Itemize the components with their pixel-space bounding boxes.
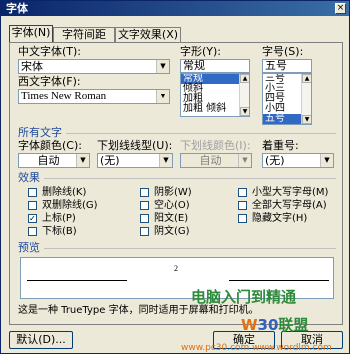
chevron-down-icon: ▼ [238,154,251,167]
default-button[interactable]: 默认(D)... [9,331,73,349]
divider [66,133,336,134]
western-font-value: Times New Roman [21,90,107,102]
close-button[interactable]: × [335,3,346,14]
chevron-down-icon[interactable]: ▼ [159,154,172,167]
underline-color-value: 自动 [199,154,222,167]
effects-section-label: 效果 [18,171,40,184]
style-scrollbar[interactable]: ▲ ▼ [239,74,249,116]
subscript-label: 下标(B) [42,226,77,237]
font-color-combo[interactable]: 自动 ▼ [18,153,90,168]
font-color-value: 自动 [37,154,60,167]
all-caps-checkbox[interactable] [238,201,247,210]
superscript-checkbox[interactable]: ✓ [28,214,37,223]
watermark-title: 电脑入门到精通 [191,288,297,306]
preview-baseline-right [229,280,329,281]
font-style-input[interactable]: 常规 [180,59,250,73]
emphasis-mark-combo[interactable]: (无) ▼ [262,153,334,168]
underline-style-value: (无) [100,154,120,167]
small-caps-checkbox[interactable] [238,188,247,197]
watermark-logo: W30联盟 [241,317,308,333]
outline-label: 空心(O) [154,200,190,211]
scroll-down-icon[interactable]: ▼ [240,107,249,116]
strikethrough-label: 删除线(K) [42,187,87,198]
western-font-label: 西文字体(F): [18,75,81,88]
shadow-label: 阴影(W) [154,187,192,198]
font-size-input[interactable]: 五号 [262,59,312,73]
scroll-up-icon[interactable]: ▲ [240,74,249,83]
hidden-text-checkbox[interactable] [238,214,247,223]
chinese-font-label: 中文字体(T): [18,45,82,58]
chevron-down-icon[interactable]: ▼ [156,60,169,73]
font-color-label: 字体颜色(C): [18,139,82,152]
font-dialog: 字体 × 字体(N) 字符间距(R) 文字效果(X) 中文字体(T): 宋体 ▼… [0,0,350,354]
font-size-list[interactable]: 三号 小三 四号 小四 五号 ▲ ▼ [262,73,312,125]
small-caps-label: 小型大写字母(M) [252,187,329,198]
tab-text-effects[interactable]: 文字效果(X) [115,27,181,43]
chevron-down-icon[interactable]: ▼ [76,154,89,167]
size-scrollbar[interactable]: ▲ ▼ [301,74,311,124]
double-strikethrough-label: 双删除线(G) [42,200,98,211]
divider [44,248,336,249]
preview-sample-text: 2 [174,264,178,273]
dialog-title: 字体 [6,2,28,15]
chinese-font-combo[interactable]: 宋体 ▼ [18,59,170,74]
all-caps-label: 全部大写字母(A) [252,200,327,211]
all-text-section-label: 所有文字 [18,126,62,139]
scroll-up-icon[interactable]: ▲ [302,74,311,83]
font-size-label: 字号(S): [262,45,304,58]
western-font-combo[interactable]: Times New Roman ▼ [18,89,170,104]
watermark-logo-text: 联盟 [278,316,309,334]
underline-color-label: 下划线颜色(I): [180,139,251,152]
shadow-checkbox[interactable] [140,188,149,197]
font-style-label: 字形(Y): [180,45,222,58]
subscript-checkbox[interactable] [28,227,37,236]
tab-font[interactable]: 字体(N) [9,25,53,43]
underline-style-label: 下划线线型(U): [97,139,173,152]
strikethrough-checkbox[interactable] [28,188,37,197]
watermark-url: www.pc30.com www.wordlm.com [181,343,332,353]
chevron-down-icon[interactable]: ▼ [156,90,169,103]
underline-style-combo[interactable]: (无) ▼ [97,153,173,168]
superscript-label: 上标(P) [42,213,76,224]
chinese-font-value: 宋体 [21,60,43,73]
check-icon: ✓ [29,214,36,223]
emboss-checkbox[interactable] [140,214,149,223]
hidden-text-label: 隐藏文字(H) [252,213,308,224]
watermark-logo-w: W [241,316,258,334]
close-icon: × [336,3,345,13]
scroll-down-icon[interactable]: ▼ [302,115,311,124]
title-bar: 字体 × [1,1,349,16]
engrave-label: 阴文(G) [154,226,190,237]
chevron-down-icon[interactable]: ▼ [320,154,333,167]
tab-character-spacing[interactable]: 字符间距(R) [53,27,115,55]
divider [44,178,336,179]
emphasis-mark-label: 着重号: [262,139,299,152]
engrave-checkbox[interactable] [140,227,149,236]
preview-baseline-left [27,280,127,281]
watermark-logo-30: 30 [257,316,279,334]
underline-color-combo: 自动 ▼ [180,153,252,168]
preview-note: 这是一种 TrueType 字体，同时适用于屏幕和打印机。 [18,305,259,316]
double-strikethrough-checkbox[interactable] [28,201,37,210]
outline-checkbox[interactable] [140,201,149,210]
font-style-list[interactable]: 常规 倾斜 加粗 加粗 倾斜 ▲ ▼ [180,73,250,117]
emboss-label: 阳文(E) [154,213,189,224]
preview-section-label: 预览 [18,241,40,254]
font-tab-panel: 中文字体(T): 宋体 ▼ 西文字体(F): Times New Roman ▼… [9,42,343,325]
emphasis-mark-value: (无) [265,154,285,167]
